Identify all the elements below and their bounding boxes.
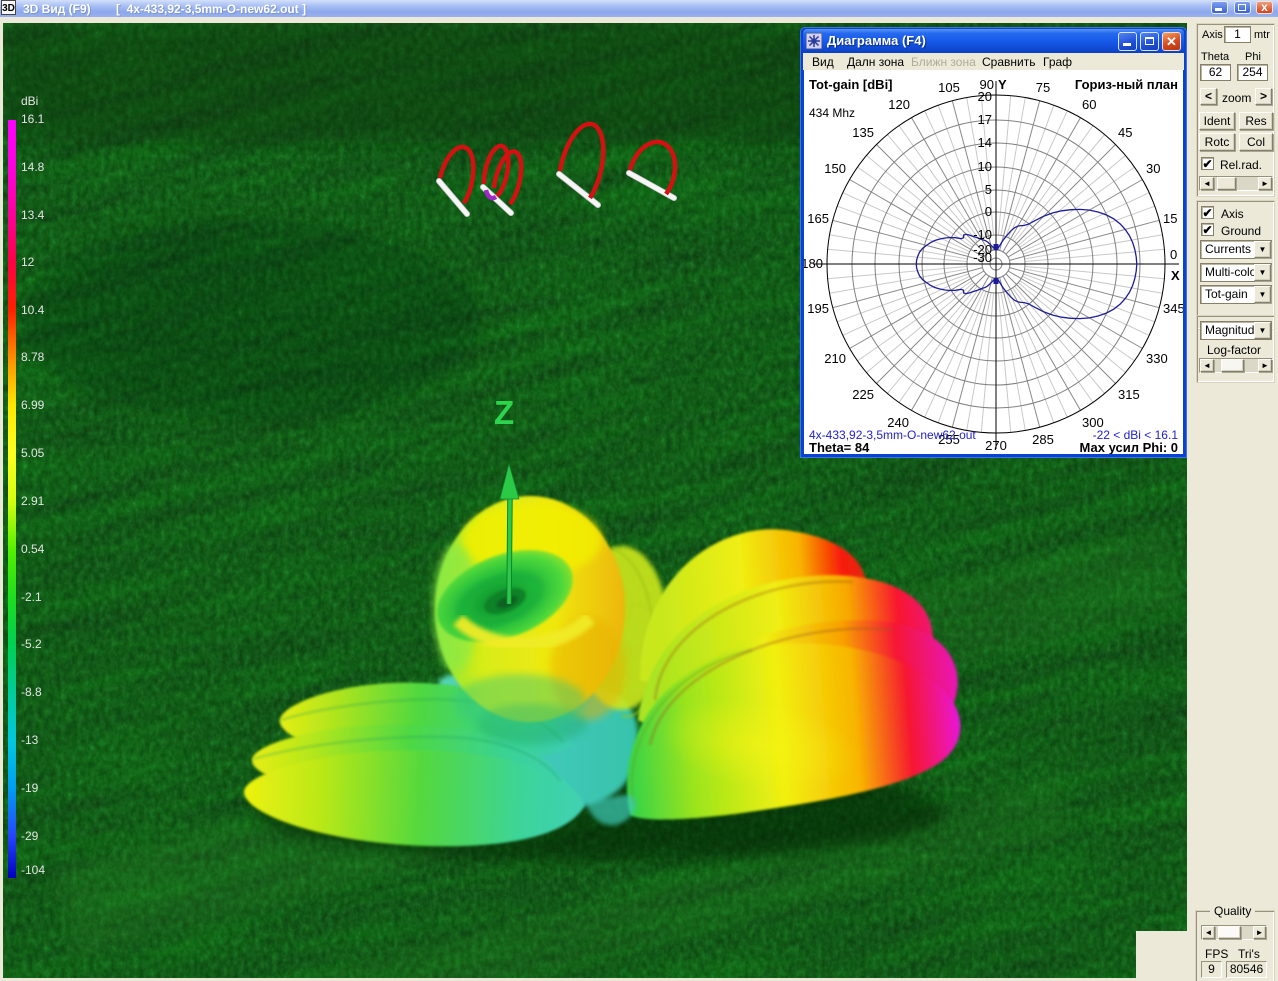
- svg-text:315: 315: [1118, 387, 1140, 402]
- svg-text:-20: -20: [973, 242, 992, 257]
- svg-text:90: 90: [980, 77, 994, 92]
- svg-text:330: 330: [1146, 351, 1168, 366]
- svg-text:135: 135: [852, 125, 874, 140]
- svg-text:434 Mhz: 434 Mhz: [809, 106, 855, 120]
- svg-text:Z: Z: [494, 394, 514, 431]
- svg-text:195: 195: [807, 301, 829, 316]
- svg-text:Гориз-ный план: Гориз-ный план: [1075, 77, 1178, 92]
- svg-text:Tot-gain [dBi]: Tot-gain [dBi]: [809, 77, 893, 92]
- svg-text:180: 180: [804, 256, 823, 271]
- svg-text:345: 345: [1163, 301, 1183, 316]
- svg-text:150: 150: [824, 161, 846, 176]
- svg-text:10: 10: [978, 159, 992, 174]
- svg-text:17: 17: [978, 112, 992, 127]
- svg-text:Y: Y: [998, 77, 1007, 92]
- svg-text:165: 165: [807, 211, 829, 226]
- svg-text:Мах усил Phi: 0: Мах усил Phi: 0: [1080, 440, 1178, 454]
- svg-text:-10: -10: [973, 227, 992, 242]
- svg-text:105: 105: [938, 80, 960, 95]
- svg-text:0: 0: [1170, 247, 1177, 262]
- svg-text:0: 0: [985, 204, 992, 219]
- svg-text:5: 5: [985, 182, 992, 197]
- svg-text:225: 225: [852, 387, 874, 402]
- svg-text:30: 30: [1146, 161, 1160, 176]
- svg-text:60: 60: [1082, 97, 1096, 112]
- svg-text:285: 285: [1032, 432, 1054, 447]
- svg-text:120: 120: [888, 97, 910, 112]
- svg-text:X: X: [1171, 268, 1180, 283]
- svg-text:270: 270: [985, 438, 1007, 453]
- svg-text:14: 14: [978, 135, 992, 150]
- svg-text:75: 75: [1036, 80, 1050, 95]
- svg-text:15: 15: [1163, 211, 1177, 226]
- svg-text:Theta= 84: Theta= 84: [809, 440, 870, 454]
- svg-text:210: 210: [824, 351, 846, 366]
- svg-text:45: 45: [1118, 125, 1132, 140]
